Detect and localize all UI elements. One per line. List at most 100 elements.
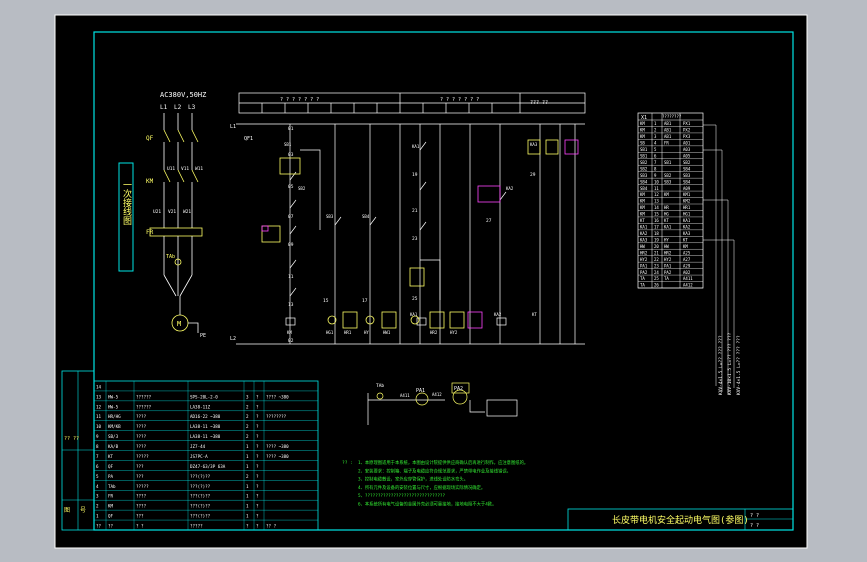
bom-cell: JS7PC-A xyxy=(190,454,208,459)
bom-cell: QF xyxy=(108,514,114,519)
terminal-cell: HW xyxy=(664,244,669,249)
label-v2: V21 xyxy=(168,209,176,215)
terminal-cell: SB4 xyxy=(640,179,648,184)
bom-cell: ???? xyxy=(136,444,147,449)
terminal-cell: TA xyxy=(640,276,645,281)
bom-side-label: 号 xyxy=(80,507,86,514)
bom-cell: ???? xyxy=(136,424,147,429)
terminal-cell: HG1 xyxy=(683,212,691,217)
bom-cell: ???????? xyxy=(266,414,287,419)
terminal-cell: KA2 xyxy=(640,231,648,236)
terminal-cell: KM xyxy=(640,128,645,133)
header-mid: ? ? ? ? ? ? ? xyxy=(440,97,479,103)
rail-label-qf1: QF1 xyxy=(244,136,253,142)
bom-cell: ???(?)?? xyxy=(190,474,211,479)
bom-cell: DZ47-63/3P 63A xyxy=(190,464,226,469)
bom-cell: KM xyxy=(108,504,114,509)
terminal-cell: HR xyxy=(664,205,669,210)
node-label: 03 xyxy=(288,152,294,158)
terminal-header: X1 xyxy=(641,115,647,121)
terminal-cell: PA2 xyxy=(664,270,672,275)
bom-cell: ???? xyxy=(136,434,147,439)
bom-cell: ????? xyxy=(136,484,149,489)
terminal-cell: KM xyxy=(640,199,645,204)
relay-label: SB2 xyxy=(298,186,306,191)
terminal-cell: SB3 xyxy=(640,173,648,178)
bom-cell: ????? xyxy=(136,454,149,459)
terminal-cell: 17 xyxy=(654,225,659,230)
note-line: 2、安装要求：控制箱、端子及电缆应符合规范要求，严禁带电作业及接线错误。 xyxy=(358,467,511,474)
terminal-cell: 21 xyxy=(654,250,659,255)
terminal-cell: A09 xyxy=(683,186,691,191)
bom-cell: 12 xyxy=(96,404,102,409)
terminal-cell: 18 xyxy=(654,231,659,236)
bom-cell: SPS-20L-2-0 xyxy=(190,394,218,399)
terminal-cell: SB2 xyxy=(640,160,648,165)
bom-cell: ??? xyxy=(136,514,144,519)
label-km: KM xyxy=(146,178,154,185)
terminal-cell: HR2 xyxy=(640,250,648,255)
rail-label-l2: L2 xyxy=(230,336,236,342)
node-label: 27 xyxy=(486,218,492,224)
node-label: 05 xyxy=(288,184,294,190)
terminal-cell: 10 xyxy=(654,179,659,184)
terminal-cell: KM xyxy=(683,244,688,249)
terminal-cell: HY2 xyxy=(640,257,648,262)
node-label: 07 xyxy=(288,214,294,220)
supply-label: AC380V,50HZ xyxy=(160,91,206,99)
bom-cell: KM/KB xyxy=(108,424,121,429)
bom-cell: 10 xyxy=(96,424,102,429)
bom-cell: ???? ~380 xyxy=(266,444,289,449)
lamp-label: HY2 xyxy=(450,330,458,335)
node-label: 23 xyxy=(412,236,418,242)
terminal-cell: A25 xyxy=(683,250,691,255)
terminal-cell: AB1 xyxy=(664,121,672,126)
terminal-cell: A01 xyxy=(683,141,691,146)
bom-cell: HW-5 xyxy=(108,394,119,399)
bom-cell: ?? xyxy=(108,524,114,529)
terminal-cell: 19 xyxy=(654,237,659,242)
lamp-label: HG1 xyxy=(326,330,334,335)
terminal-cell: AB1 xyxy=(664,128,672,133)
note-line: 1、本原理图适用于本系统，本图由设计院提供供应商确认后再进行制作，应注意图纸的。 xyxy=(358,459,528,466)
terminal-cell: SB4 xyxy=(683,166,691,171)
node-label: 13 xyxy=(288,302,294,308)
relay-label: SB1 xyxy=(284,142,292,147)
terminal-cell: KT xyxy=(640,218,645,223)
terminal-cell: KM xyxy=(640,212,645,217)
cable-label: KVV-4×1.5 L=?? ??? ??? xyxy=(718,335,724,395)
bom-cell: ???? ~380 xyxy=(266,394,289,399)
title-right-top: ? ? xyxy=(750,513,759,519)
terminal-cell: A29 xyxy=(683,263,691,268)
note-line: 3、控制电缆敷设，室外应穿管保护，进线处设防水弯头。 xyxy=(358,476,468,483)
relay-label: KA3 xyxy=(530,142,538,147)
terminal-cell: 14 xyxy=(654,205,659,210)
terminal-cell: KM xyxy=(640,121,645,126)
terminal-cell: HR2 xyxy=(664,250,672,255)
terminal-cell: 24 xyxy=(654,270,659,275)
terminal-cell: SB3 xyxy=(683,173,691,178)
bom-cell: QF xyxy=(108,464,114,469)
lamp-label: HR1 xyxy=(344,330,352,335)
bom-cell: KA/B xyxy=(108,444,119,449)
coil-label: KT xyxy=(532,312,537,317)
node-label: 25 xyxy=(412,296,418,302)
terminal-cell: SB xyxy=(640,141,645,146)
label-ta: TAb xyxy=(166,254,175,260)
label-w1: W11 xyxy=(195,166,203,172)
bom-cell: ??? xyxy=(136,464,144,469)
terminal-cell: A27 xyxy=(683,257,691,262)
terminal-cell: HY xyxy=(664,237,669,242)
terminal-cell: A412 xyxy=(683,283,693,288)
terminal-cell: AB1 xyxy=(664,134,672,139)
bom-cell: ???? xyxy=(136,414,147,419)
terminal-cell: SB4 xyxy=(640,186,648,191)
bom-cell: ? ? xyxy=(136,524,144,529)
terminal-cell: SB1 xyxy=(640,153,648,158)
rail-label-l1: L1 xyxy=(230,124,236,130)
terminal-cell: SB3 xyxy=(664,179,672,184)
bom-cell: AD16-22 ~380 xyxy=(190,414,221,419)
terminal-cell: KM1 xyxy=(683,192,691,197)
bom-cell: 13 xyxy=(96,394,102,399)
label-v1: V11 xyxy=(181,166,189,172)
